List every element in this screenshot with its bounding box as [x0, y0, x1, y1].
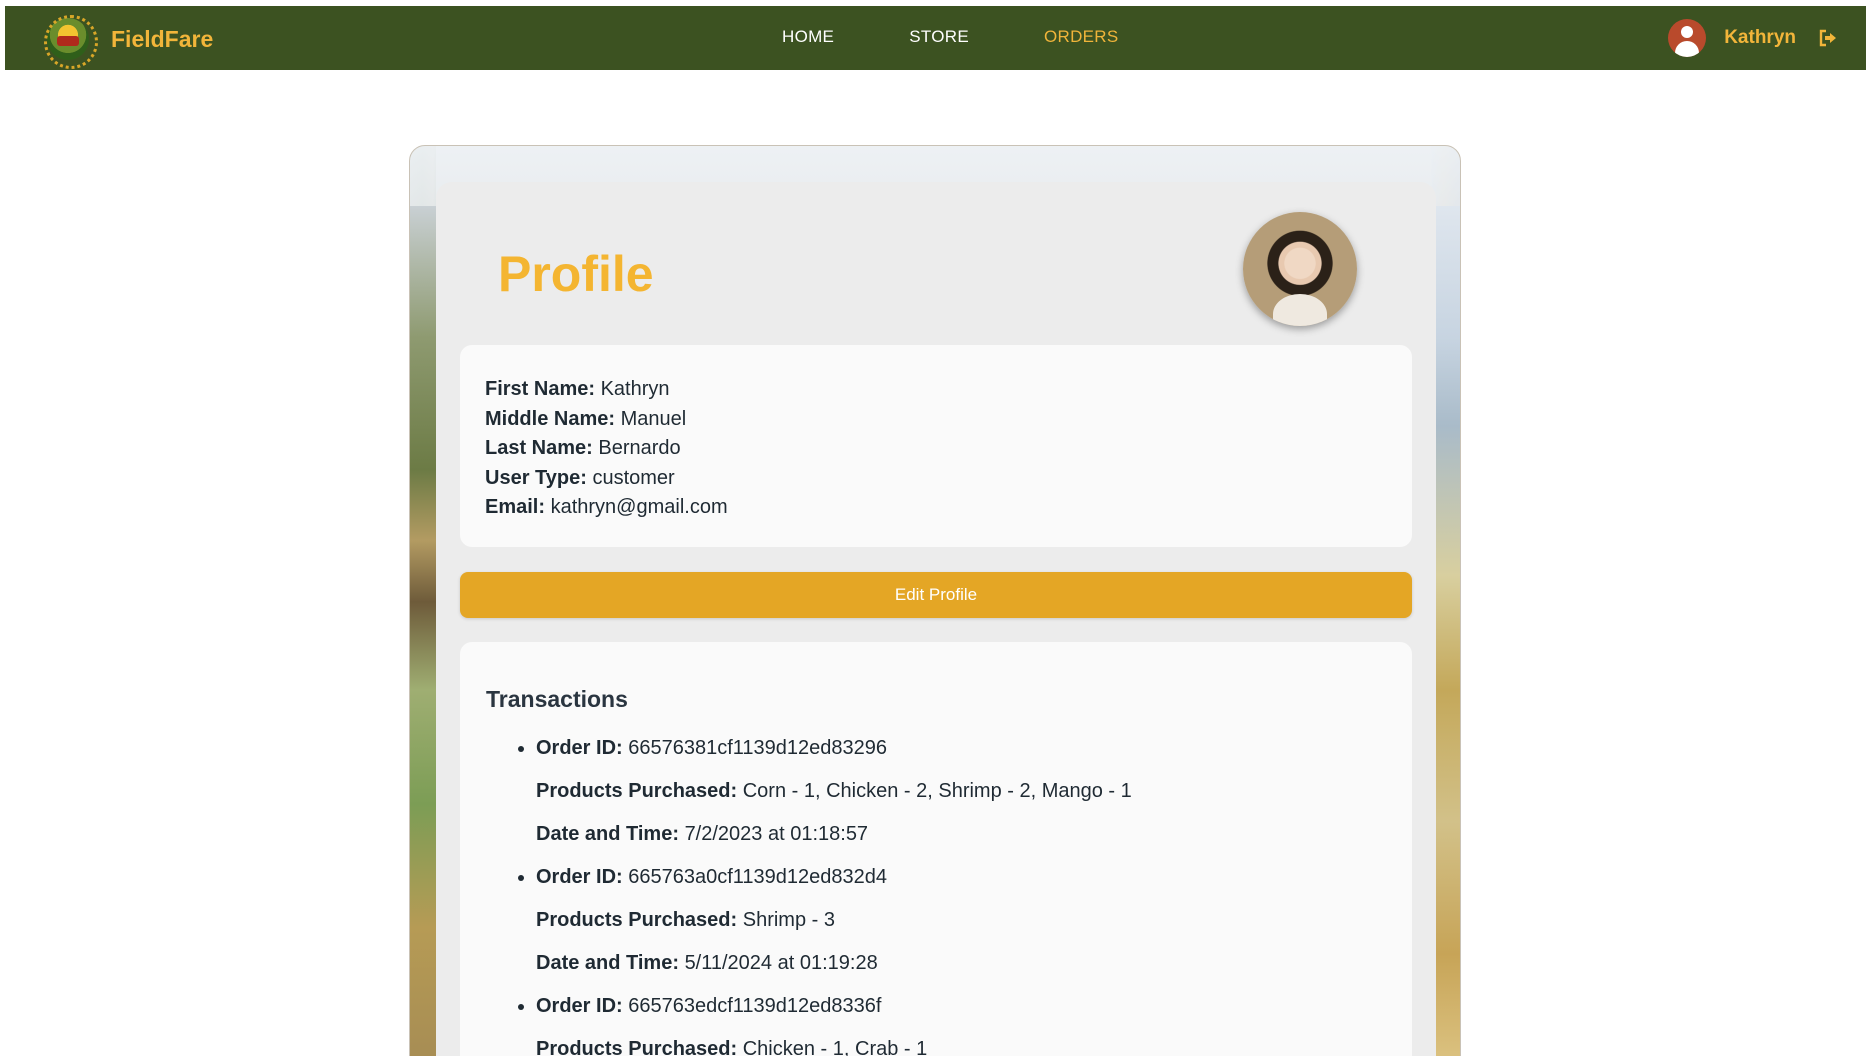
transaction-item: Order ID: 66576381cf1139d12ed83296 Produ…: [536, 733, 1386, 862]
last-name-row: Last Name: Bernardo: [485, 434, 1387, 464]
middle-name-label: Middle Name:: [485, 407, 616, 430]
products-label: Products Purchased:: [536, 1038, 738, 1056]
fieldfare-logo-icon: [44, 15, 98, 69]
order-id-label: Order ID:: [536, 737, 623, 759]
app-window: FieldFare HOME STORE ORDERS Kathryn Prof…: [5, 6, 1866, 1056]
products-label: Products Purchased:: [536, 780, 738, 802]
order-id-row: Order ID: 665763a0cf1139d12ed832d4: [536, 862, 1386, 905]
middle-name-row: Middle Name: Manuel: [485, 405, 1387, 435]
nav-links: HOME STORE ORDERS: [782, 27, 1194, 47]
products-value: Shrimp - 3: [742, 909, 835, 931]
farm-scene-right: [1434, 206, 1460, 1056]
products-value: Chicken - 1, Crab - 1: [742, 1038, 928, 1056]
transaction-item: Order ID: 665763a0cf1139d12ed832d4 Produ…: [536, 862, 1386, 991]
top-navbar: FieldFare HOME STORE ORDERS Kathryn: [5, 6, 1866, 70]
order-id-row: Order ID: 665763edcf1139d12ed8336f: [536, 991, 1386, 1034]
profile-panel: Profile First Name: Kathryn Middle Name:…: [436, 182, 1436, 1056]
first-name-row: First Name: Kathryn: [485, 375, 1387, 405]
datetime-row: Date and Time: 7/2/2023 at 01:18:57: [536, 819, 1386, 862]
first-name-value: Kathryn: [600, 378, 670, 400]
order-id-label: Order ID:: [536, 866, 623, 888]
transactions-title: Transactions: [486, 686, 628, 712]
order-id-value: 665763a0cf1139d12ed832d4: [628, 866, 888, 888]
order-id-value: 66576381cf1139d12ed83296: [628, 737, 888, 759]
order-id-row: Order ID: 66576381cf1139d12ed83296: [536, 733, 1386, 776]
edit-profile-button[interactable]: Edit Profile: [460, 572, 1412, 618]
first-name-label: First Name:: [485, 378, 596, 400]
user-avatar-icon[interactable]: [1668, 19, 1707, 57]
user-type-row: User Type: customer: [485, 464, 1387, 494]
products-value: Corn - 1, Chicken - 2, Shrimp - 2, Mango…: [742, 780, 1132, 802]
logout-icon[interactable]: [1818, 28, 1838, 48]
farm-scene-left: [410, 206, 436, 1056]
user-type-value: customer: [592, 466, 675, 489]
user-type-label: User Type:: [485, 466, 587, 489]
user-menu: Kathryn: [1668, 19, 1838, 57]
order-id-label: Order ID:: [536, 995, 623, 1017]
email-row: Email: kathryn@gmail.com: [485, 493, 1387, 523]
last-name-label: Last Name:: [485, 437, 593, 459]
products-row: Products Purchased: Chicken - 1, Crab - …: [536, 1034, 1386, 1056]
email-value: kathryn@gmail.com: [550, 496, 728, 518]
profile-photo[interactable]: [1243, 212, 1357, 326]
products-label: Products Purchased:: [536, 909, 738, 931]
products-row: Products Purchased: Corn - 1, Chicken - …: [536, 776, 1386, 819]
nav-username[interactable]: Kathryn: [1724, 27, 1796, 49]
profile-info: First Name: Kathryn Middle Name: Manuel …: [460, 345, 1412, 547]
nav-link-home[interactable]: HOME: [782, 27, 834, 47]
nav-link-orders[interactable]: ORDERS: [1044, 27, 1119, 47]
brand-name: FieldFare: [111, 25, 214, 52]
transactions-panel: Transactions Order ID: 66576381cf1139d12…: [460, 642, 1412, 1056]
page-title: Profile: [498, 246, 654, 302]
profile-card-background: Profile First Name: Kathryn Middle Name:…: [409, 145, 1461, 1056]
order-id-value: 665763edcf1139d12ed8336f: [628, 995, 882, 1017]
datetime-label: Date and Time:: [536, 823, 679, 845]
email-label: Email:: [485, 496, 546, 518]
middle-name-value: Manuel: [620, 407, 687, 430]
datetime-value: 5/11/2024 at 01:19:28: [684, 952, 878, 974]
last-name-value: Bernardo: [598, 437, 681, 459]
datetime-value: 7/2/2023 at 01:18:57: [684, 823, 869, 845]
products-row: Products Purchased: Shrimp - 3: [536, 905, 1386, 948]
transactions-list: Order ID: 66576381cf1139d12ed83296 Produ…: [536, 733, 1386, 1056]
transaction-item: Order ID: 665763edcf1139d12ed8336f Produ…: [536, 991, 1386, 1056]
nav-link-store[interactable]: STORE: [909, 27, 969, 47]
brand[interactable]: FieldFare: [44, 15, 214, 69]
datetime-row: Date and Time: 5/11/2024 at 01:19:28: [536, 948, 1386, 991]
datetime-label: Date and Time:: [536, 952, 679, 974]
